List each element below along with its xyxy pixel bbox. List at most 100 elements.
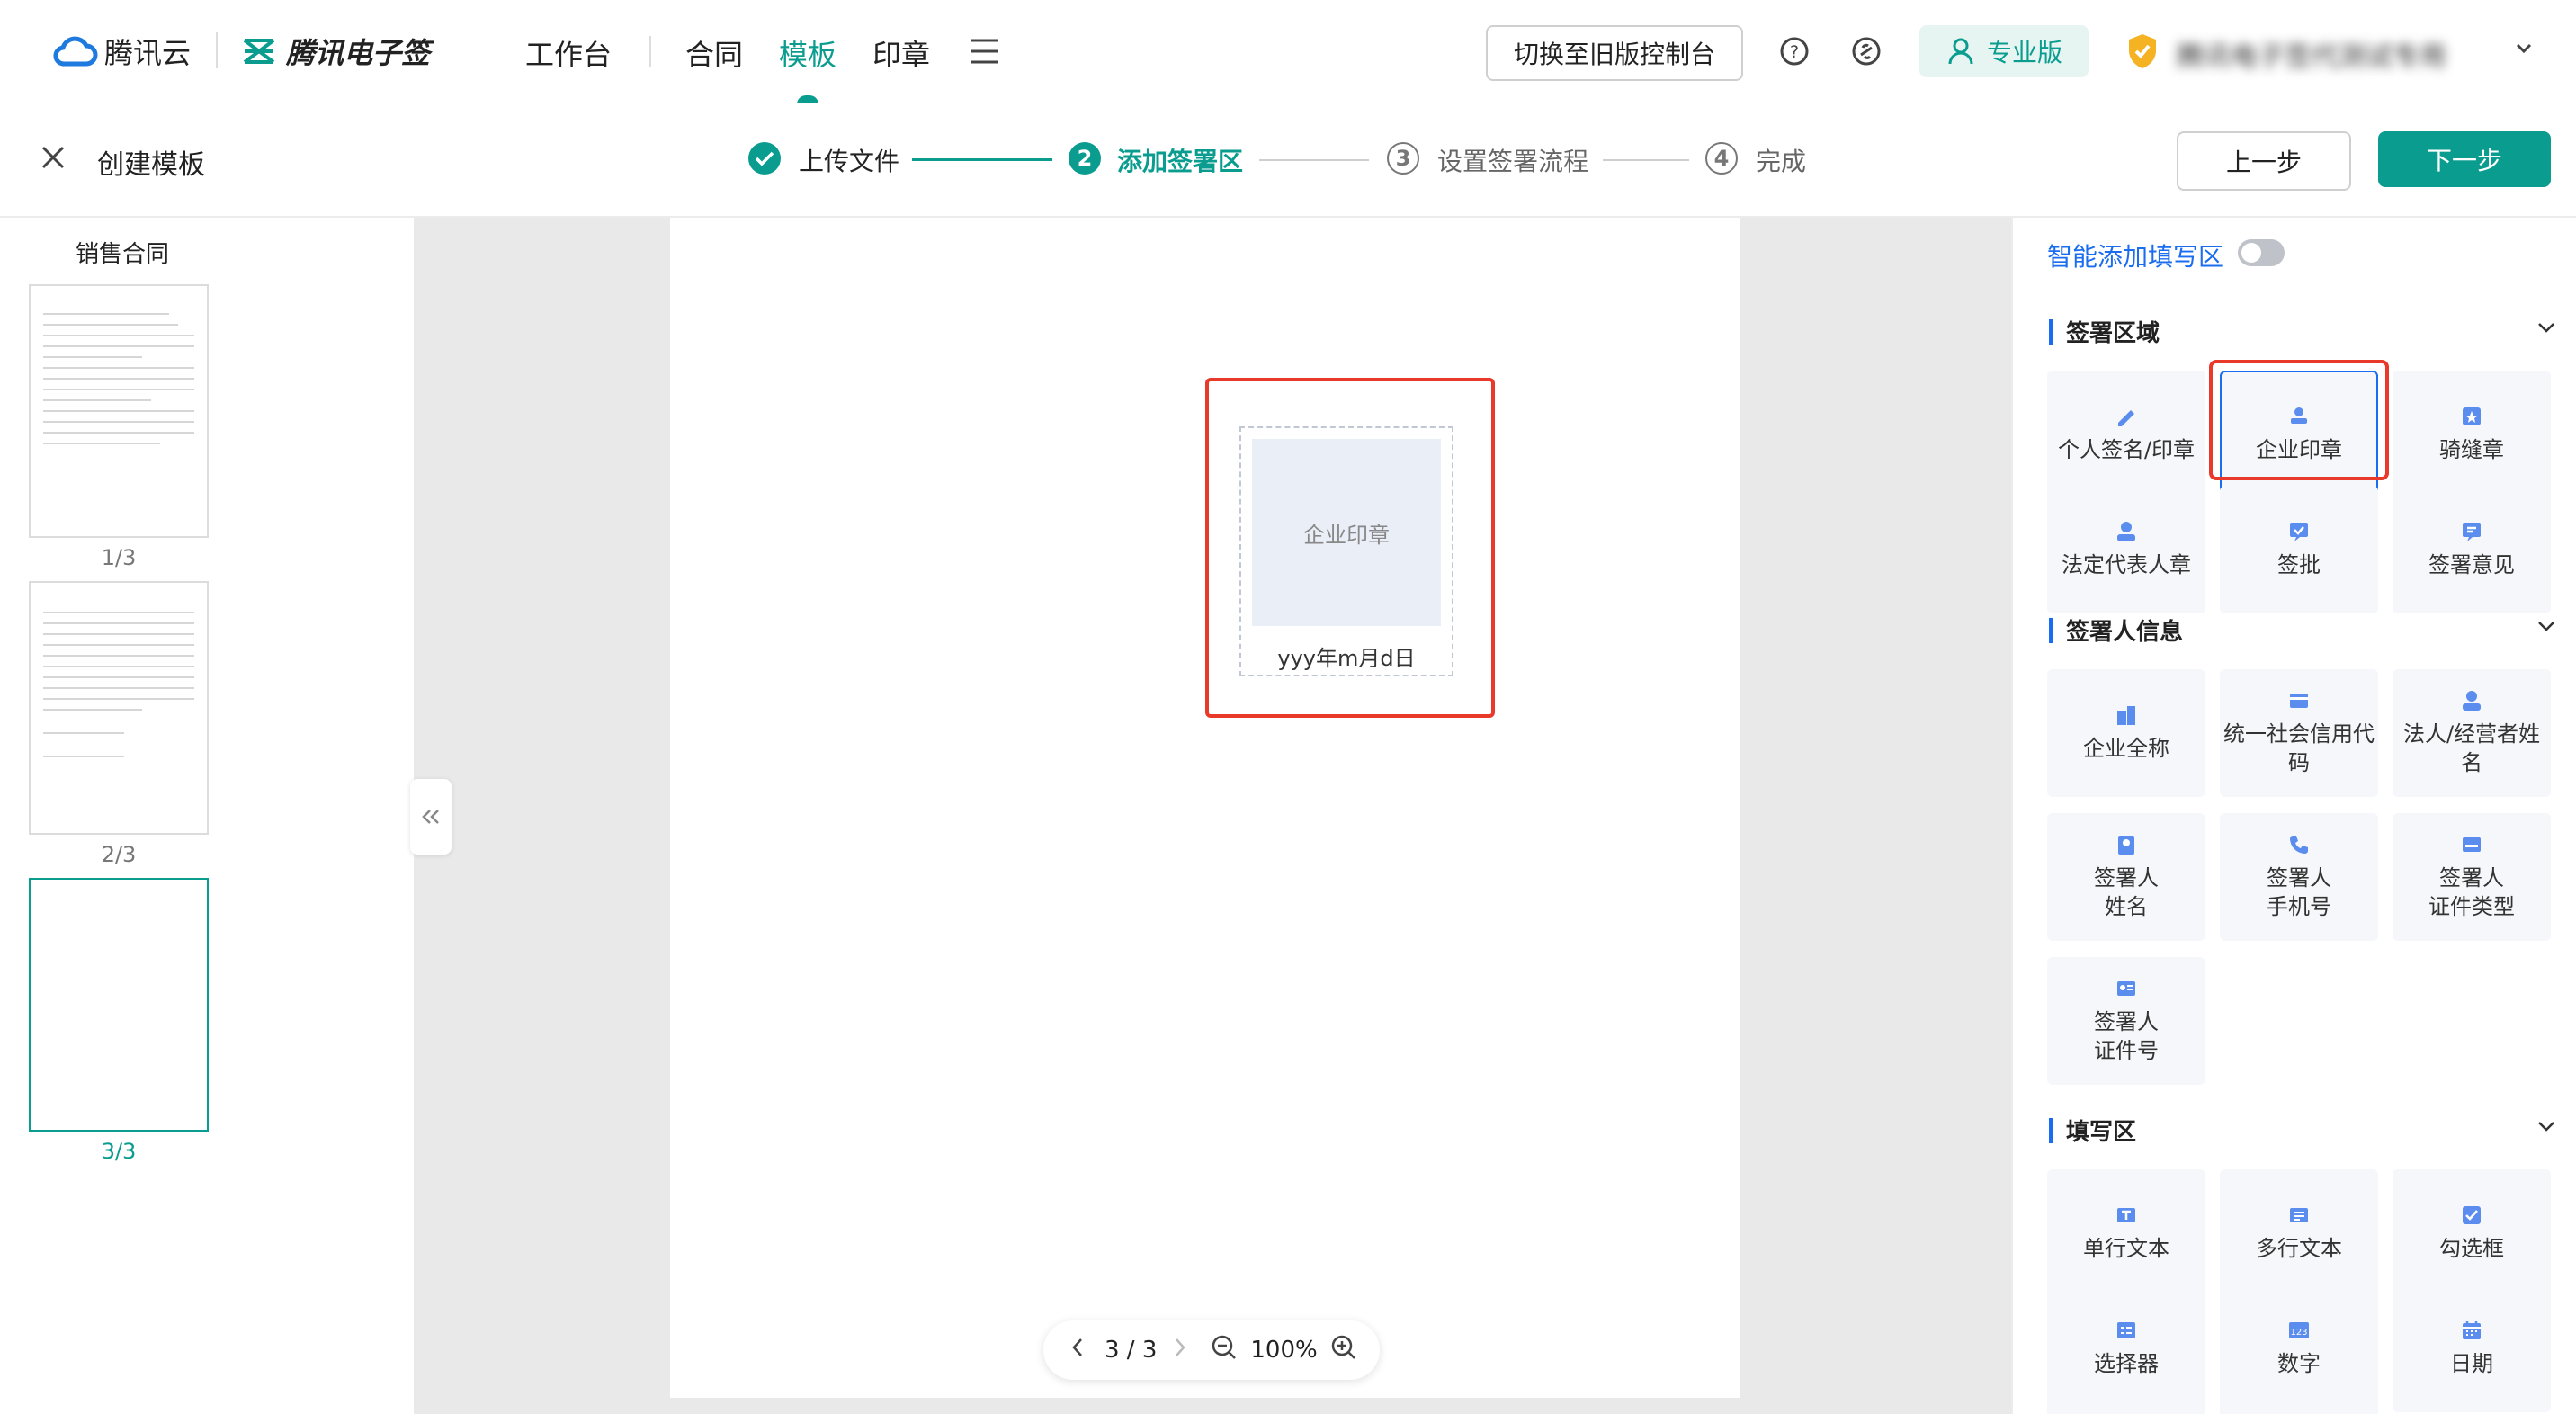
page-toolbar: 3 / 3 100%: [1043, 1320, 1380, 1380]
building-icon: [2117, 706, 2135, 725]
edition-label: 专业版: [1986, 38, 2062, 67]
edition-badge[interactable]: 专业版: [1919, 25, 2089, 77]
id-badge-icon: [2118, 836, 2134, 855]
zoom-out-icon[interactable]: [1211, 1334, 1238, 1367]
chevron-down-icon[interactable]: [2536, 1114, 2556, 1141]
step-connector: [1259, 159, 1369, 161]
nav-workbench[interactable]: 工作台: [525, 32, 612, 74]
tile-legal-person-name[interactable]: 法人/经营者姓名: [2393, 669, 2551, 797]
select-icon: [2117, 1322, 2135, 1338]
seal-field[interactable]: 企业印章 yyy年m月d日: [1239, 426, 1453, 676]
person-icon: [2117, 522, 2135, 541]
zoom-in-icon[interactable]: [1330, 1334, 1357, 1367]
section-title-fill-area: 填写区: [2049, 1114, 2136, 1147]
chevron-right-icon[interactable]: [1173, 1337, 1187, 1365]
doc-name: 销售合同: [76, 241, 170, 268]
tile-label: 勾选框: [2439, 1236, 2504, 1261]
top-navbar: 腾讯云 腾讯电子签 工作台 合同 模板 印章 切换至旧版控制台 ? 专业版 腾讯…: [0, 0, 2576, 104]
nav-template[interactable]: 模板: [779, 32, 836, 74]
org-name[interactable]: 腾讯电子签代测试专用: [2177, 34, 2446, 74]
tile-checkbox[interactable]: 勾选框: [2393, 1169, 2551, 1297]
phone-icon: [2290, 836, 2308, 854]
tencent-cloud-logo[interactable]: 腾讯云: [52, 31, 191, 72]
step-connector: [1603, 159, 1689, 161]
tile-personal-signature[interactable]: 个人签名/印章: [2047, 371, 2205, 498]
zoom-level: 100%: [1250, 1337, 1318, 1364]
tile-label: 日期: [2450, 1351, 2493, 1376]
tile-label: 数字: [2277, 1351, 2321, 1376]
chevron-left-icon[interactable]: [1070, 1337, 1085, 1365]
tile-label: 企业全称: [2083, 736, 2169, 761]
tile-label: 签批: [2277, 552, 2321, 577]
calendar-icon: [2463, 1321, 2481, 1339]
nav-divider: [649, 36, 651, 67]
page-title: 创建模板: [97, 149, 205, 181]
nav-seal[interactable]: 印章: [872, 32, 930, 74]
page-thumbnail-caption: 1/3: [101, 545, 137, 570]
svg-text:123: 123: [2290, 1328, 2307, 1338]
help-icon[interactable]: ?: [1779, 36, 1810, 70]
tile-cross-page-seal[interactable]: 骑缝章: [2393, 371, 2551, 498]
link-icon[interactable]: [1851, 36, 1882, 70]
person-icon: [2463, 691, 2481, 711]
tile-single-line-text[interactable]: 单行文本: [2047, 1169, 2205, 1297]
step-connector: [912, 158, 1052, 161]
step-2-number: 2: [1069, 142, 1101, 175]
tile-multi-line-text[interactable]: 多行文本: [2220, 1169, 2378, 1297]
tile-label: 签署人 证件类型: [2428, 865, 2515, 919]
tile-legal-rep-seal[interactable]: 法定代表人章: [2047, 486, 2205, 613]
page-thumbnail-1[interactable]: [29, 284, 209, 538]
tile-approval[interactable]: 签批: [2220, 486, 2378, 613]
tile-company-name[interactable]: 企业全称: [2047, 669, 2205, 797]
page-thumbnail-caption: 2/3: [101, 842, 137, 867]
esign-logo[interactable]: 腾讯电子签: [241, 31, 430, 72]
pen-icon: [2118, 410, 2134, 426]
step-4-number: 4: [1705, 142, 1738, 175]
tile-date[interactable]: 日期: [2393, 1284, 2551, 1412]
page-indicator: 3 / 3: [1105, 1337, 1158, 1364]
tile-partial: [2220, 1401, 2378, 1414]
tile-signer-phone[interactable]: 签署人 手机号: [2220, 813, 2378, 941]
esign-logo-icon: [243, 39, 275, 64]
tile-credit-code[interactable]: 统一社会信用代码: [2220, 669, 2378, 797]
field-palette-panel: 智能添加填写区 签署区域 个人签名/印章 企业印章 骑缝章 法定代表人章 签批 …: [2011, 218, 2576, 1414]
collapse-panel-button[interactable]: [410, 779, 452, 855]
tile-partial: [2047, 1401, 2205, 1414]
tile-label: 单行文本: [2083, 1236, 2169, 1261]
step-3-number: 3: [1387, 142, 1419, 175]
section-title-signing-area: 签署区域: [2049, 315, 2160, 348]
switch-old-console-button[interactable]: 切换至旧版控制台: [1486, 25, 1743, 81]
tile-signer-id-number[interactable]: 签署人 证件号: [2047, 957, 2205, 1085]
close-icon[interactable]: [40, 144, 67, 175]
page-thumbnail-caption-active: 3/3: [101, 1139, 137, 1164]
tile-label: 多行文本: [2256, 1236, 2342, 1261]
tile-signer-id-type[interactable]: 签署人 证件类型: [2393, 813, 2551, 941]
page-thumbnail-panel: 销售合同 1/3 2/3 3/3: [0, 218, 414, 1414]
tile-label: 签署意见: [2428, 552, 2515, 577]
tile-number[interactable]: 123 数字: [2220, 1284, 2378, 1412]
step-3-label: 设置签署流程: [1437, 147, 1589, 176]
nav-contract[interactable]: 合同: [685, 32, 743, 74]
menu-icon[interactable]: [970, 38, 1000, 68]
step-1-label: 上传文件: [799, 147, 900, 176]
shield-icon: [2126, 32, 2159, 74]
chevron-down-icon[interactable]: [2536, 315, 2556, 342]
text-icon: [2117, 1208, 2135, 1222]
tile-selector[interactable]: 选择器: [2047, 1284, 2205, 1412]
next-step-button[interactable]: 下一步: [2378, 131, 2551, 187]
approve-icon: [2290, 523, 2308, 541]
step-1-check-icon: [748, 142, 781, 175]
chevron-down-icon[interactable]: [2536, 613, 2556, 640]
smart-fill-toggle[interactable]: [2238, 239, 2285, 266]
page-thumbnail-3[interactable]: [29, 878, 209, 1132]
tile-label: 骑缝章: [2439, 437, 2504, 462]
section-title-signer-info: 签署人信息: [2049, 613, 2183, 647]
tile-signing-opinion[interactable]: 签署意见: [2393, 486, 2551, 613]
tile-signer-name[interactable]: 签署人 姓名: [2047, 813, 2205, 941]
chevron-down-icon[interactable]: [2515, 41, 2533, 58]
tile-label: 签署人 证件号: [2094, 1009, 2159, 1063]
stamp-icon: [2463, 407, 2481, 425]
page-thumbnail-2[interactable]: [29, 581, 209, 835]
seal-placeholder: 企业印章: [1252, 439, 1441, 626]
prev-step-button[interactable]: 上一步: [2177, 131, 2351, 191]
